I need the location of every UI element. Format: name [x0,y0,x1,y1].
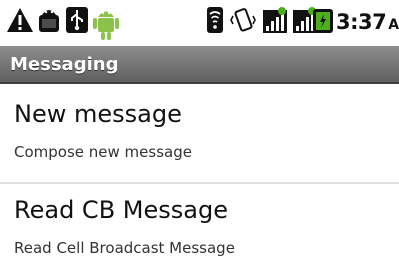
usb-icon [66,7,88,33]
vibrate-icon [230,8,256,32]
clock-time: 3:37 [336,10,387,34]
menu-item-subtitle: Read Cell Broadcast Message [14,239,235,257]
menu-item-title: New message [14,100,182,128]
title-bar: Messaging [0,46,399,84]
page-title: Messaging [10,54,119,75]
menu-item-subtitle: Compose new message [14,143,192,161]
status-bar: 3:37AM [0,0,399,46]
battery-icon [313,9,333,33]
menu-item-title: Read CB Message [14,196,228,224]
wifi-icon [207,7,223,33]
warning-icon [7,8,33,32]
android-lock-icon [39,10,59,32]
android-debug-icon [93,11,119,40]
menu-item-new-message[interactable]: New message Compose new message [0,86,399,182]
signal-icon [263,7,287,33]
clock: 3:37AM [336,10,399,34]
clock-ampm: AM [388,17,399,33]
menu-item-read-cb-message[interactable]: Read CB Message Read Cell Broadcast Mess… [0,184,399,274]
